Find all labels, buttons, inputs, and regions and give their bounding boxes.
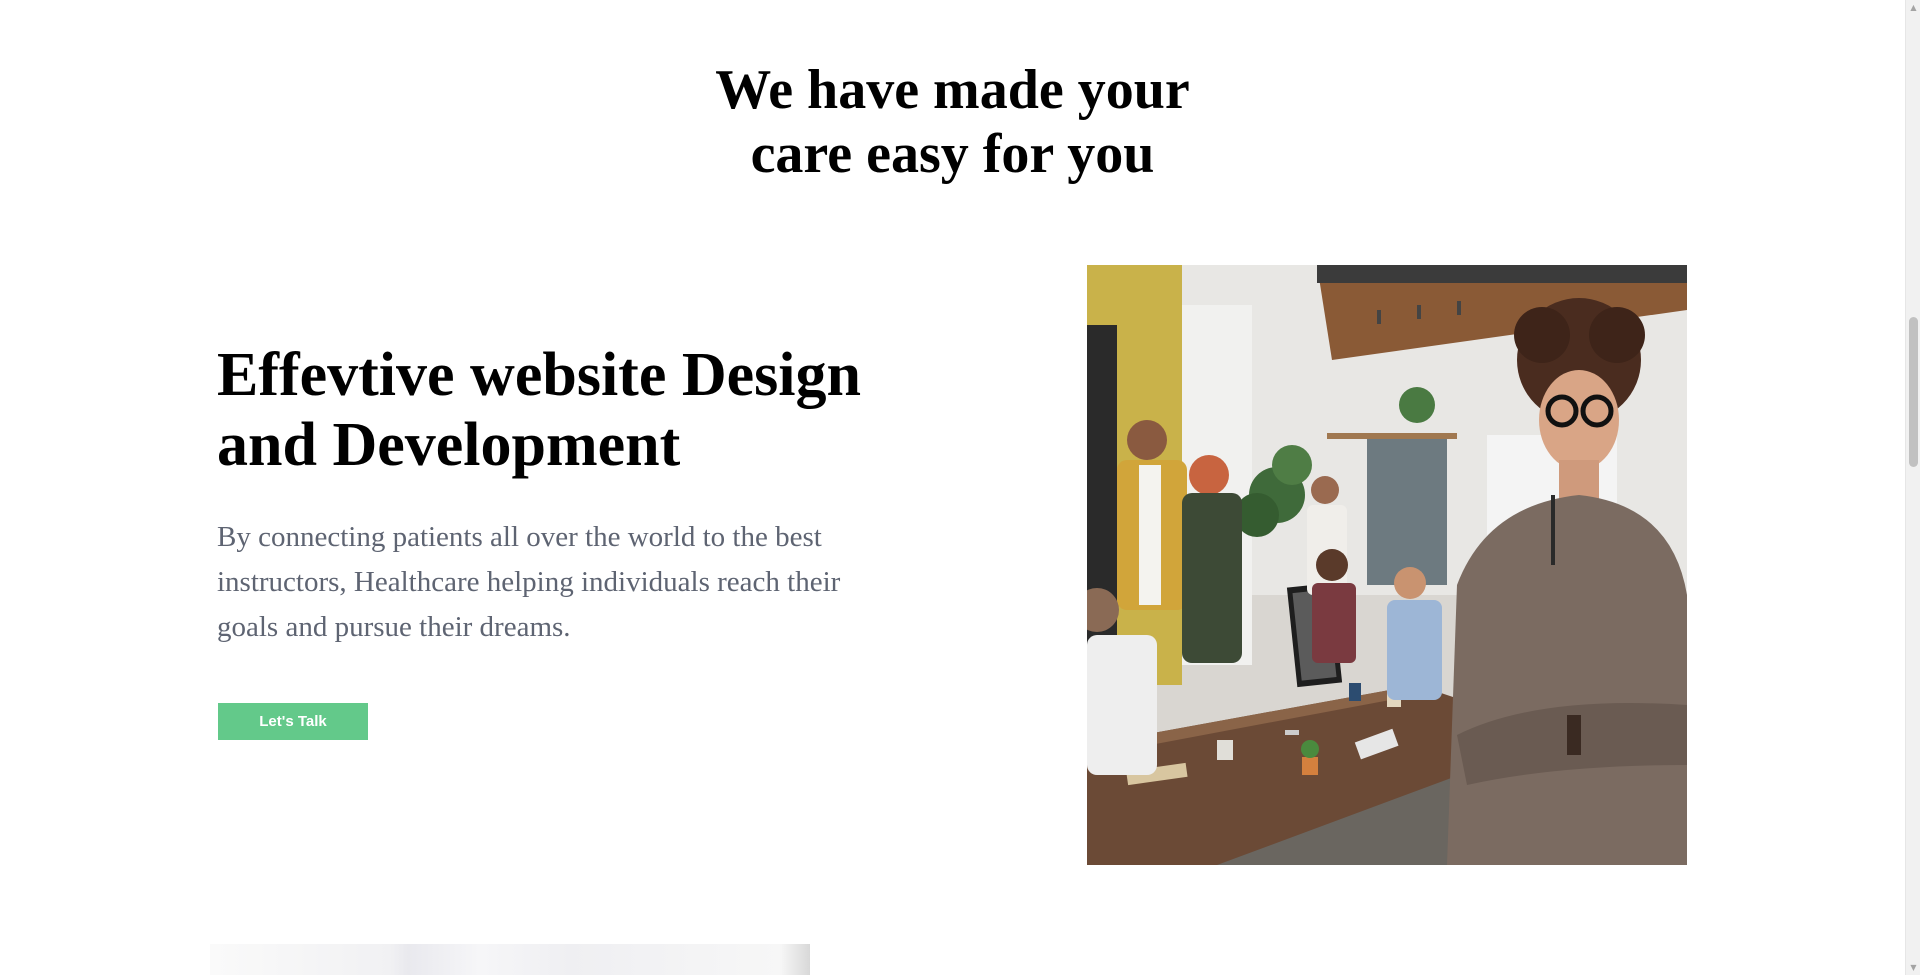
feature-heading: Effevtive website Design and Development <box>217 340 917 480</box>
scrollbar-thumb[interactable] <box>1909 317 1918 467</box>
scroll-down-arrow-icon[interactable]: ▼ <box>1906 960 1920 975</box>
vertical-scrollbar[interactable]: ▲ ▼ <box>1905 0 1920 975</box>
scroll-up-arrow-icon[interactable]: ▲ <box>1906 0 1920 15</box>
feature-description: By connecting patients all over the worl… <box>217 515 897 650</box>
team-meeting-illustration <box>1087 265 1687 865</box>
section-title-line: We have made your <box>715 59 1190 121</box>
feature-description-line: instructors, Healthcare helping individu… <box>217 566 841 598</box>
feature-description-line: By connecting patients all over the worl… <box>217 521 822 553</box>
section-title-line: care easy for you <box>750 123 1155 185</box>
feature-heading-line: and Development <box>217 411 681 479</box>
feature-heading-line: Effevtive website Design <box>217 341 861 409</box>
section-title: We have made your care easy for you <box>0 58 1905 186</box>
next-section-image <box>210 944 810 975</box>
team-meeting-image <box>1087 265 1687 865</box>
lets-talk-button[interactable]: Let's Talk <box>218 703 368 740</box>
page: We have made your care easy for you Effe… <box>0 0 1905 975</box>
feature-description-line: goals and pursue their dreams. <box>217 611 571 643</box>
